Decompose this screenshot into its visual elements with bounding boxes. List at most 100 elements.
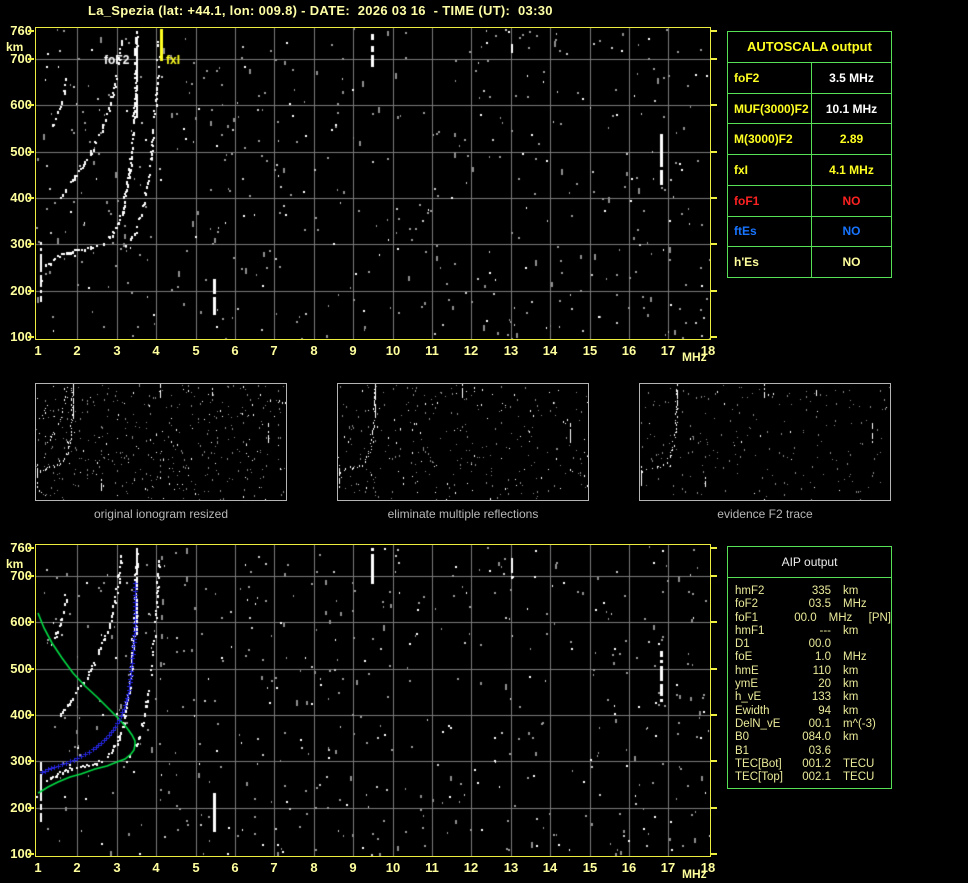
thumbnail-evidence-canvas <box>640 384 890 500</box>
aip-extra <box>883 745 889 758</box>
aip-value: 20 <box>818 678 831 691</box>
aip-extra: [PN] <box>868 611 891 624</box>
y-axis-tick <box>28 58 34 60</box>
aip-param: hmF1 <box>735 624 765 637</box>
aip-unit: km <box>843 585 859 597</box>
aip-row: h_vE 133 km <box>735 691 891 704</box>
y-axis-tick <box>28 575 34 577</box>
aip-row: D1 00.0 <box>735 638 891 651</box>
aip-extra <box>883 691 889 704</box>
thumbnail-eliminate-reflections <box>337 383 589 501</box>
x-axis-tick-label: 10 <box>385 860 401 875</box>
aip-param: B1 <box>735 744 750 757</box>
aip-extra <box>883 771 889 784</box>
y-axis-tick <box>28 853 34 855</box>
top-ionogram-plot <box>35 27 711 340</box>
y-axis-tick <box>711 290 717 292</box>
aip-param: Ewidth <box>735 704 770 717</box>
x-axis-tick-label: 6 <box>231 860 239 875</box>
autoscala-param-value: 10.1 MHz <box>825 101 878 116</box>
aip-row: foE 1.0 MHz <box>735 651 891 664</box>
x-axis-tick-label: 11 <box>425 343 439 358</box>
x-axis-tick-label: 4 <box>152 860 160 875</box>
y-axis-tick <box>711 853 717 855</box>
autoscala-table-title: AUTOSCALA output <box>728 32 891 63</box>
aip-value: 00.0 <box>794 611 817 624</box>
autoscala-param-label: foF1 <box>728 185 812 216</box>
aip-row: foF2 03.5 MHz <box>735 598 891 611</box>
aip-unit: m^(-3) <box>843 717 876 730</box>
y-axis-tick <box>711 30 717 32</box>
aip-param: hmF2 <box>735 585 765 597</box>
x-axis-tick-label: 5 <box>192 343 200 358</box>
aip-unit: MHz <box>828 611 853 624</box>
x-axis-tick-label: 9 <box>349 343 357 358</box>
aip-row: hmF1 --- km <box>735 625 891 638</box>
autoscala-param-value: 4.1 MHz <box>829 163 874 178</box>
aip-row: Ewidth 94 km <box>735 705 891 718</box>
autoscala-row: M(3000)F2 2.89 <box>728 124 891 156</box>
thumbnail-eliminate-canvas <box>338 384 588 500</box>
autoscala-param-value: 3.5 MHz <box>829 70 874 85</box>
thumbnail-original-canvas <box>36 384 286 500</box>
autoscala-row: MUF(3000)F2 10.1 MHz <box>728 93 891 125</box>
aip-extra <box>883 638 889 651</box>
aip-value: 002.1 <box>802 771 831 784</box>
aip-param: TEC[Top] <box>735 771 783 784</box>
x-axis-tick-label: 9 <box>349 860 357 875</box>
aip-extra <box>883 665 889 678</box>
aip-param: hmE <box>735 664 759 677</box>
autoscala-app-window: La_Spezia (lat: +44.1, lon: 009.8) - DAT… <box>0 0 968 883</box>
aip-extra <box>883 585 889 598</box>
x-axis-tick-label: 17 <box>660 860 676 875</box>
aip-extra <box>883 705 889 718</box>
x-axis-tick-label: 6 <box>231 343 239 358</box>
aip-unit <box>831 745 883 758</box>
aip-table-body: hmF2 335 km foF2 03.5 MHz foF1 00.0 MHz [PN] hmF1-… <box>728 578 891 784</box>
y-axis-tick <box>711 243 717 245</box>
x-axis-tick-label: 14 <box>542 343 558 358</box>
autoscala-param-value: NO <box>842 255 861 270</box>
aip-row: foF1 00.0 MHz [PN] <box>735 612 891 625</box>
y-axis-tick <box>711 760 717 762</box>
aip-param: ymE <box>735 678 758 691</box>
y-axis-tick <box>711 807 717 809</box>
x-axis-tick-label: 8 <box>310 860 318 875</box>
thumbnail-caption: evidence F2 trace <box>717 507 813 521</box>
autoscala-param-label: fxI <box>728 155 812 185</box>
aip-unit: km <box>843 704 859 717</box>
thumbnail-caption: eliminate multiple reflections <box>387 507 539 521</box>
aip-param: B0 <box>735 731 750 744</box>
aip-param: D1 <box>735 638 750 651</box>
y-axis-tick <box>711 668 717 670</box>
aip-row: DelN_vE 00.1 m^(-3) <box>735 718 891 731</box>
aip-row: hmE 110 km <box>735 665 891 678</box>
y-axis-tick <box>28 668 34 670</box>
autoscala-output-table: AUTOSCALA output foF2 3.5 MHz MUF(3000)F2 1… <box>727 31 892 278</box>
x-axis-tick-label: 1 <box>34 343 42 358</box>
y-axis-tick <box>28 197 34 199</box>
aip-value: 084.0 <box>802 731 831 744</box>
thumbnail-original-ionogram <box>35 383 287 501</box>
aip-value: 03.5 <box>808 598 831 611</box>
aip-param: foF1 <box>735 611 759 624</box>
x-axis-tick-label: 12 <box>463 343 479 358</box>
aip-value: --- <box>819 624 832 637</box>
autoscala-param-value: 2.89 <box>839 132 864 147</box>
y-axis-tick <box>711 197 717 199</box>
autoscala-row: foF1 NO <box>728 185 891 217</box>
aip-unit: km <box>843 624 859 637</box>
y-axis-tick <box>711 58 717 60</box>
autoscala-row: h'Es NO <box>728 247 891 278</box>
y-axis-tick <box>28 104 34 106</box>
aip-extra <box>883 625 889 638</box>
x-axis-tick-label: 17 <box>660 343 676 358</box>
aip-extra <box>883 758 889 771</box>
aip-unit: MHz <box>843 598 867 611</box>
y-axis-tick <box>28 243 34 245</box>
autoscala-param-value: NO <box>842 193 861 208</box>
aip-extra <box>883 718 889 731</box>
y-axis-tick <box>28 807 34 809</box>
x-axis-tick-label: 14 <box>542 860 558 875</box>
aip-unit <box>831 638 883 651</box>
